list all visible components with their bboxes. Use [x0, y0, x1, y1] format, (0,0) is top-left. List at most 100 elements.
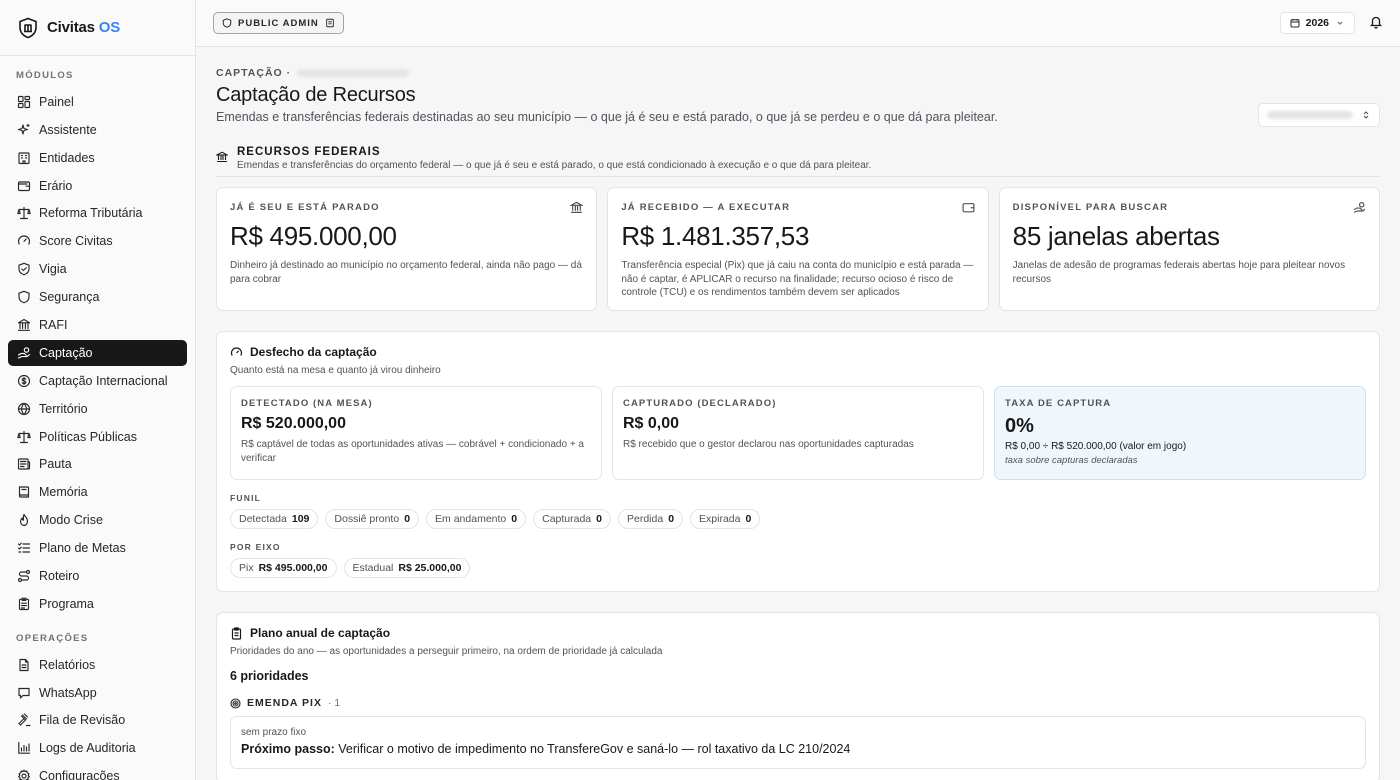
- globe-icon: [17, 402, 31, 415]
- axis-pill-pix[interactable]: Pix R$ 495.000,00: [230, 558, 337, 578]
- funnel-pill-em-andamento[interactable]: Em andamento 0: [426, 509, 527, 529]
- landmark-icon: [216, 151, 228, 163]
- sidebar-item-relatorios[interactable]: Relatórios: [8, 652, 187, 678]
- kpi-received: JÁ RECEBIDO — A EXECUTAR R$ 1.481.357,53…: [607, 187, 989, 311]
- axis-pill-estadual[interactable]: Estadual R$ 25.000,00: [343, 558, 471, 578]
- sidebar-item-painel[interactable]: Painel: [8, 89, 187, 115]
- newspaper-icon: [17, 458, 31, 471]
- group-count: · 1: [327, 697, 341, 709]
- sidebar-item-erario[interactable]: Erário: [8, 173, 187, 199]
- role-badge[interactable]: PUBLIC ADMIN: [213, 12, 344, 34]
- pill-value: 0: [404, 513, 411, 525]
- sidebar-item-seguranca[interactable]: Segurança: [8, 284, 187, 310]
- sidebar-item-politicas-publicas[interactable]: Políticas Públicas: [8, 424, 187, 450]
- metric-value: R$ 520.000,00: [241, 415, 346, 432]
- year-select[interactable]: 2026: [1279, 12, 1355, 34]
- sidebar-item-logs-de-auditoria[interactable]: Logs de Auditoria: [8, 735, 187, 761]
- year-value: 2026: [1305, 17, 1329, 29]
- landmark-icon: [570, 201, 584, 213]
- sidebar-item-label: Políticas Públicas: [39, 429, 137, 444]
- kpi-available: DISPONÍVEL PARA BUSCAR 85 janelas aberta…: [998, 187, 1380, 311]
- sidebar-item-fila-de-revisao[interactable]: Fila de Revisão: [8, 707, 187, 733]
- sidebar-item-captacao[interactable]: Captação: [8, 339, 187, 366]
- sidebar-item-label: Relatórios: [39, 657, 96, 672]
- priority-count: 6 prioridades: [230, 669, 309, 683]
- kpi-value: 85 janelas abertas: [1012, 221, 1220, 251]
- sidebar-item-configuracoes[interactable]: Configurações: [8, 763, 187, 780]
- chart-icon: [18, 742, 31, 755]
- sidebar-item-memoria[interactable]: Memória: [8, 479, 187, 505]
- sidebar-item-label: Território: [39, 401, 88, 416]
- sidebar-item-plano-de-metas[interactable]: Plano de Metas: [8, 535, 187, 561]
- breadcrumb: CAPTAÇÃO ·: [216, 67, 1380, 79]
- sidebar-item-label: Vigia: [39, 262, 67, 277]
- nav-section-modules: MÓDULOS: [16, 70, 74, 81]
- sidebar-item-rafi[interactable]: RAFI: [8, 312, 187, 338]
- grid-icon: [17, 95, 31, 108]
- metric-note: taxa sobre capturas declaradas: [1005, 455, 1138, 466]
- federal-section-subtitle: Emendas e transferências do orçamento fe…: [237, 160, 872, 171]
- sidebar-item-label: Configurações: [39, 769, 120, 780]
- target-icon: [230, 697, 241, 709]
- outcome-card: Desfecho da captação Quanto está na mesa…: [216, 331, 1380, 592]
- funnel-pill-detectada[interactable]: Detectada 109: [230, 509, 319, 529]
- brand[interactable]: Civitas OS: [0, 0, 195, 56]
- chevron-down-icon: [1337, 21, 1343, 25]
- sidebar-item-label: Segurança: [39, 290, 100, 305]
- sidebar-item-captacao-internacional[interactable]: Captação Internacional: [8, 368, 187, 394]
- sidebar-item-label: Plano de Metas: [39, 541, 126, 556]
- shield-icon: [18, 290, 30, 304]
- sidebar-item-label: Fila de Revisão: [39, 713, 126, 728]
- sidebar-item-modo-crise[interactable]: Modo Crise: [8, 507, 187, 533]
- sidebar-item-whatsapp[interactable]: WhatsApp: [8, 680, 187, 706]
- pill-label: Perdida: [627, 513, 664, 525]
- metric-description: R$ recebido que o gestor declarou nas op…: [623, 439, 914, 450]
- page-subtitle: Emendas e transferências federais destin…: [216, 110, 998, 124]
- book-icon: [18, 486, 30, 498]
- sidebar-item-label: Captação: [39, 345, 93, 360]
- sidebar-item-vigia[interactable]: Vigia: [8, 256, 187, 282]
- federal-section-title: RECURSOS FEDERAIS: [237, 146, 381, 158]
- sidebar-item-label: Assistente: [39, 122, 97, 137]
- axis-label: POR EIXO: [230, 542, 281, 552]
- sidebar-item-label: Score Civitas: [39, 234, 113, 249]
- sidebar-item-score-civitas[interactable]: Score Civitas: [8, 228, 187, 254]
- list-checks-icon: [17, 542, 31, 553]
- sidebar-item-reforma-tributaria[interactable]: Reforma Tributária: [8, 200, 187, 226]
- funnel-label: FUNIL: [230, 493, 262, 503]
- sidebar-item-label: Modo Crise: [39, 513, 103, 528]
- metric-value: 0%: [1005, 415, 1034, 437]
- pill-label: Expirada: [699, 513, 741, 525]
- sidebar-item-programa[interactable]: Programa: [8, 591, 187, 617]
- funnel-pill-expirada[interactable]: Expirada 0: [690, 509, 761, 529]
- group-header[interactable]: EMENDA PIX · 1: [230, 697, 1366, 709]
- pill-label: Pix: [239, 562, 254, 574]
- bell-icon[interactable]: [1369, 15, 1383, 32]
- sidebar-item-label: Captação Internacional: [39, 373, 168, 388]
- settings-icon: [18, 769, 30, 780]
- funnel-pill-dossie-pronto[interactable]: Dossiê pronto 0: [325, 509, 420, 529]
- scope-select-redacted: [1267, 111, 1353, 119]
- funnel-pill-perdida[interactable]: Perdida 0: [618, 509, 684, 529]
- file-icon: [19, 658, 29, 671]
- sidebar-item-roteiro[interactable]: Roteiro: [8, 563, 187, 589]
- sidebar-item-pauta[interactable]: Pauta: [8, 451, 187, 477]
- funnel-pill-capturada[interactable]: Capturada 0: [533, 509, 611, 529]
- priority-task[interactable]: sem prazo fixo Próximo passo: Verificar …: [230, 716, 1366, 769]
- task-deadline: sem prazo fixo: [241, 727, 307, 738]
- scope-select[interactable]: [1258, 103, 1380, 127]
- task-next-step: Próximo passo: Verificar o motivo de imp…: [241, 742, 851, 756]
- sidebar-item-assistente[interactable]: Assistente: [8, 117, 187, 143]
- sidebar-item-territorio[interactable]: Território: [8, 396, 187, 422]
- building-icon: [18, 152, 30, 164]
- pill-value: R$ 495.000,00: [258, 562, 328, 574]
- metric-detected: DETECTADO (NA MESA) R$ 520.000,00 R$ cap…: [230, 386, 602, 480]
- sidebar-item-entidades[interactable]: Entidades: [8, 145, 187, 171]
- plan-card-title: Plano anual de captação: [230, 626, 1366, 640]
- metric-description: R$ captável de todas as oportunidades at…: [241, 439, 584, 464]
- globe-dollar-icon: [17, 374, 31, 387]
- plan-card: Plano anual de captação Prioridades do a…: [216, 612, 1380, 780]
- landmark-icon: [17, 318, 31, 331]
- sidebar-item-label: RAFI: [39, 318, 68, 333]
- scale-icon: [17, 207, 31, 220]
